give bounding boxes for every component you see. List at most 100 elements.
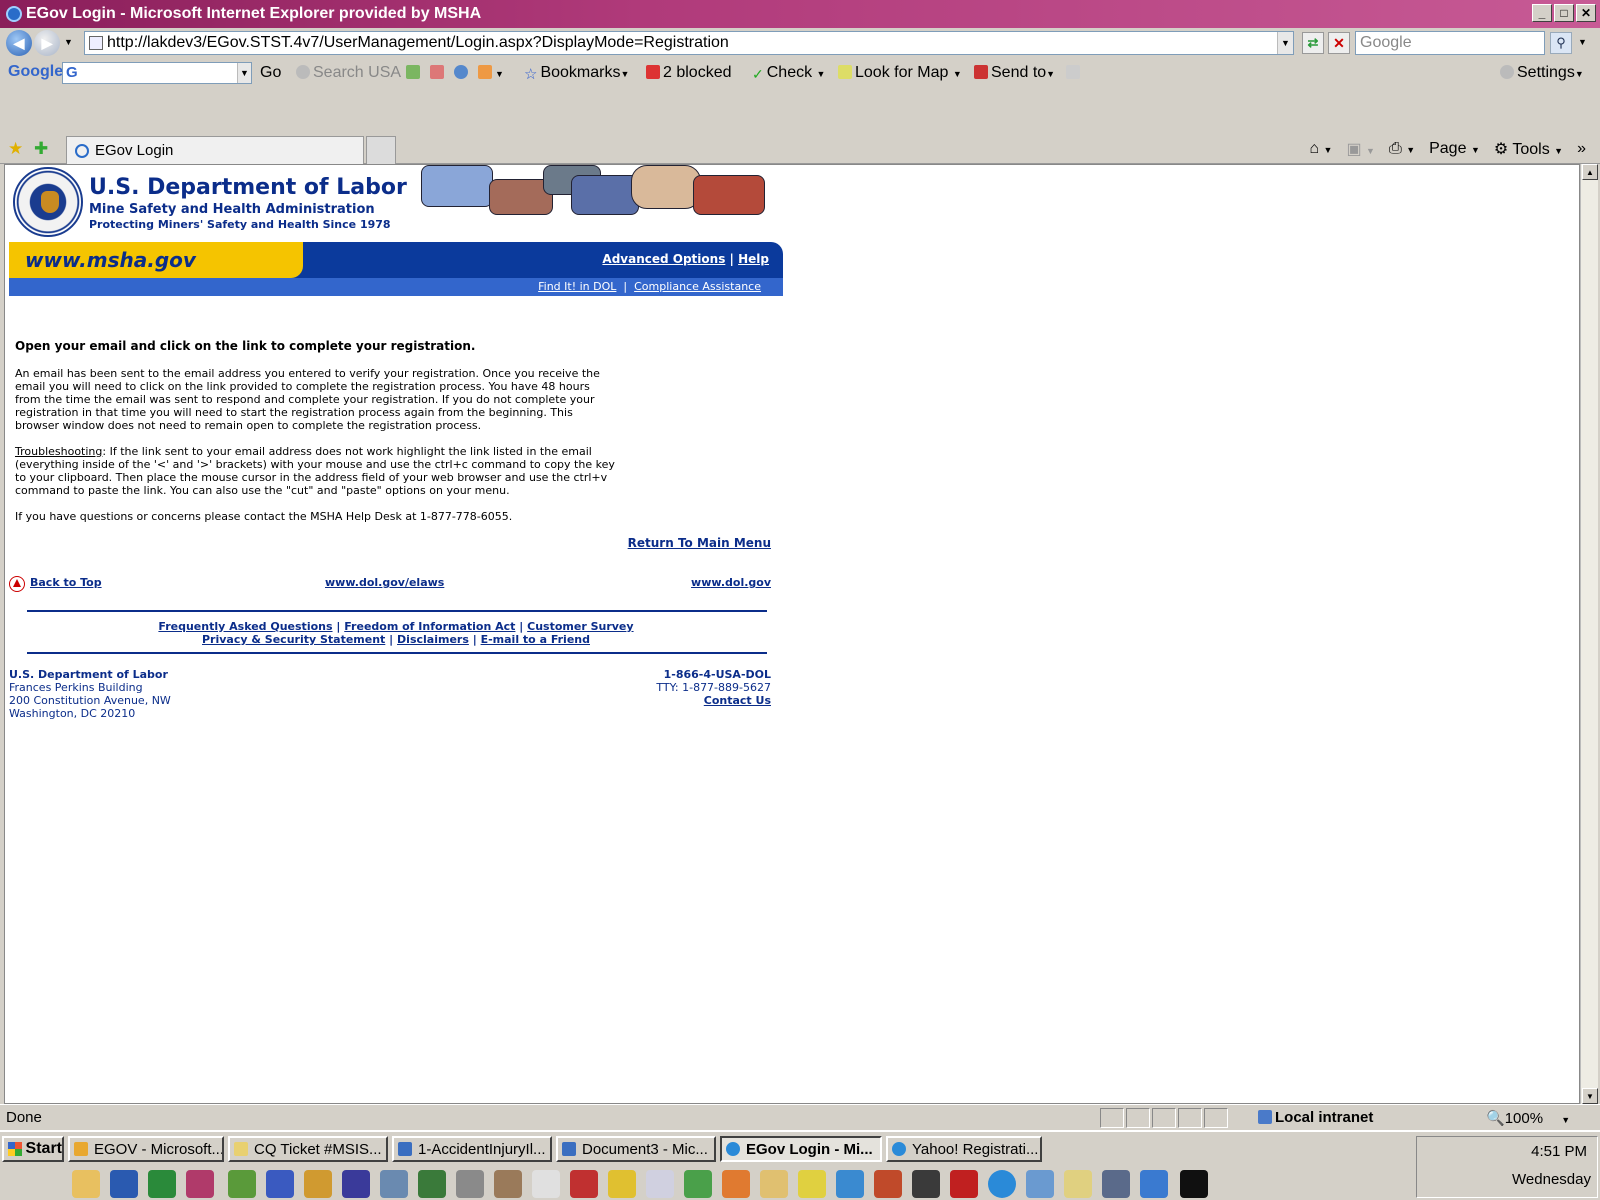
- taskbar-item[interactable]: Yahoo! Registrati...: [886, 1136, 1042, 1162]
- faq-link[interactable]: Frequently Asked Questions: [158, 620, 332, 633]
- address-dropdown-icon[interactable]: ▼: [1277, 32, 1293, 54]
- google-search-box[interactable]: G ▼: [62, 62, 252, 84]
- main-content: Open your email and click on the link to…: [9, 296, 783, 550]
- back-button[interactable]: ◀: [6, 30, 32, 56]
- app-icon[interactable]: [646, 1170, 674, 1198]
- address-bar[interactable]: http://lakdev3/EGov.STST.4v7/UserManagem…: [84, 31, 1294, 55]
- maximize-button[interactable]: □: [1554, 4, 1574, 22]
- popup-blocker-button[interactable]: 2 blocked: [646, 64, 732, 82]
- autofill-icon[interactable]: [454, 64, 471, 82]
- tab-egov-login[interactable]: EGov Login: [66, 136, 364, 164]
- highlight-icon[interactable]: ▼: [478, 64, 504, 82]
- bookmarks-button[interactable]: ☆ Bookmarks▼: [524, 64, 629, 83]
- app-icon[interactable]: [418, 1170, 446, 1198]
- send-to-button[interactable]: Send to▼: [974, 64, 1055, 82]
- back-to-top-link[interactable]: Back to Top: [30, 576, 102, 589]
- news-icon[interactable]: [406, 64, 423, 82]
- site-url[interactable]: www.msha.gov: [25, 248, 196, 272]
- command-prompt-icon[interactable]: [1180, 1170, 1208, 1198]
- tools-menu[interactable]: ⚙ Tools ▼: [1494, 139, 1563, 159]
- home-icon[interactable]: ⌂ ▼: [1309, 140, 1332, 158]
- back-to-top-icon[interactable]: [9, 576, 25, 592]
- spellcheck-button[interactable]: ✓ Check ▼: [752, 64, 825, 82]
- scroll-down-icon[interactable]: ▼: [1582, 1088, 1598, 1104]
- app-icon[interactable]: [836, 1170, 864, 1198]
- add-favorite-icon[interactable]: ✚: [34, 139, 48, 159]
- app-icon[interactable]: [342, 1170, 370, 1198]
- taskbar-item[interactable]: 1-AccidentInjuryIl...: [392, 1136, 552, 1162]
- title-bar: EGov Login - Microsoft Internet Explorer…: [0, 0, 1600, 28]
- privacy-link[interactable]: Privacy & Security Statement: [202, 633, 385, 646]
- stop-icon[interactable]: ✕: [1328, 32, 1350, 54]
- app-icon[interactable]: [1026, 1170, 1054, 1198]
- zoom-level[interactable]: 🔍100% ▼: [1486, 1109, 1570, 1127]
- scroll-up-icon[interactable]: ▲: [1582, 164, 1598, 180]
- go-button[interactable]: Go: [260, 64, 281, 82]
- feeds-icon[interactable]: ▣ ▼: [1346, 139, 1374, 159]
- favorites-star-icon[interactable]: ★: [8, 139, 23, 159]
- app-icon[interactable]: [1064, 1170, 1092, 1198]
- search-icon[interactable]: ⚲: [1550, 32, 1572, 54]
- app-icon[interactable]: [684, 1170, 712, 1198]
- acrobat-icon[interactable]: [950, 1170, 978, 1198]
- close-button[interactable]: ✕: [1576, 4, 1596, 22]
- app-icon[interactable]: [266, 1170, 294, 1198]
- app-icon[interactable]: [1140, 1170, 1168, 1198]
- security-zone[interactable]: Local intranet: [1258, 1109, 1373, 1126]
- taskbar-item[interactable]: Document3 - Mic...: [556, 1136, 716, 1162]
- app-icon[interactable]: [228, 1170, 256, 1198]
- word-icon[interactable]: [110, 1170, 138, 1198]
- return-main-menu-link[interactable]: Return To Main Menu: [15, 537, 777, 550]
- minimize-button[interactable]: _: [1532, 4, 1552, 22]
- history-dropdown-icon[interactable]: ▼: [64, 37, 73, 47]
- app-icon[interactable]: [912, 1170, 940, 1198]
- new-tab-button[interactable]: [366, 136, 396, 164]
- ie-icon[interactable]: [988, 1170, 1016, 1198]
- taskbar-item[interactable]: CQ Ticket #MSIS...: [228, 1136, 388, 1162]
- start-button[interactable]: Start: [2, 1136, 64, 1162]
- app-icon[interactable]: [722, 1170, 750, 1198]
- pagerank-icon[interactable]: [430, 64, 447, 82]
- compliance-link[interactable]: Compliance Assistance: [634, 280, 761, 293]
- find-it-link[interactable]: Find It! in DOL: [538, 280, 616, 293]
- outlook-icon[interactable]: [72, 1170, 100, 1198]
- forward-button[interactable]: ▶: [34, 30, 60, 56]
- search-app-icon[interactable]: [760, 1170, 788, 1198]
- email-friend-link[interactable]: E-mail to a Friend: [481, 633, 590, 646]
- excel-icon[interactable]: [148, 1170, 176, 1198]
- app-icon[interactable]: [570, 1170, 598, 1198]
- app-icon[interactable]: [798, 1170, 826, 1198]
- app-icon[interactable]: [456, 1170, 484, 1198]
- foia-link[interactable]: Freedom of Information Act: [344, 620, 515, 633]
- disclaimers-link[interactable]: Disclaimers: [397, 633, 469, 646]
- vertical-scrollbar[interactable]: ▲ ▼: [1580, 164, 1598, 1104]
- settings-button[interactable]: Settings▼: [1500, 64, 1584, 82]
- search-options-icon[interactable]: ▼: [1578, 37, 1587, 47]
- onenote-icon[interactable]: [186, 1170, 214, 1198]
- taskbar-item-active[interactable]: EGov Login - Mi...: [720, 1136, 882, 1162]
- elaws-link[interactable]: www.dol.gov/elaws: [325, 576, 444, 589]
- refresh-icon[interactable]: ⇄: [1302, 32, 1324, 54]
- advanced-options-link[interactable]: Advanced Options: [602, 252, 725, 266]
- clock[interactable]: 4:51 PM: [1531, 1143, 1587, 1160]
- app-icon[interactable]: [1102, 1170, 1130, 1198]
- page-menu[interactable]: Page ▼: [1429, 140, 1480, 158]
- app-icon[interactable]: [304, 1170, 332, 1198]
- taskbar-item[interactable]: EGOV - Microsoft...: [68, 1136, 224, 1162]
- app-icon[interactable]: [494, 1170, 522, 1198]
- chevron-right-icon[interactable]: »: [1577, 140, 1586, 158]
- app-icon[interactable]: [532, 1170, 560, 1198]
- pencil-icon[interactable]: [1066, 64, 1083, 82]
- search-input[interactable]: Google: [1355, 31, 1545, 55]
- dol-link[interactable]: www.dol.gov: [691, 576, 771, 589]
- google-search-dropdown-icon[interactable]: ▼: [237, 63, 251, 83]
- customer-survey-link[interactable]: Customer Survey: [527, 620, 633, 633]
- help-link[interactable]: Help: [738, 252, 769, 266]
- search-usa-button[interactable]: Search USA: [296, 64, 401, 82]
- print-icon[interactable]: ⎙ ▼: [1389, 140, 1415, 158]
- app-icon[interactable]: [874, 1170, 902, 1198]
- app-icon[interactable]: [608, 1170, 636, 1198]
- contact-us-link[interactable]: Contact Us: [656, 694, 771, 707]
- app-icon[interactable]: [380, 1170, 408, 1198]
- look-for-map-button[interactable]: Look for Map ▼: [838, 64, 962, 82]
